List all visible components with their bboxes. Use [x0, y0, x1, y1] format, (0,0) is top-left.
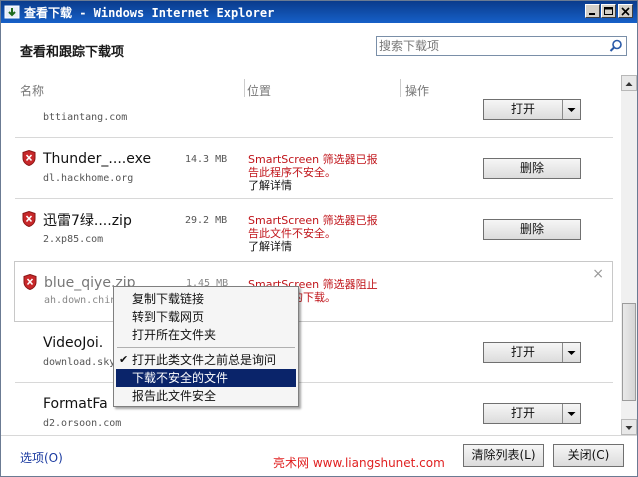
minimize-icon	[589, 13, 595, 15]
page-heading: 查看和跟踪下载项	[20, 45, 125, 60]
column-name[interactable]: 名称	[20, 82, 44, 99]
search-input[interactable]	[379, 38, 604, 54]
dropdown-arrow-icon[interactable]	[563, 343, 580, 362]
learn-more-link[interactable]: 了解详情	[248, 177, 292, 193]
column-action[interactable]: 操作	[405, 82, 429, 99]
checkmark-icon: ✔	[119, 353, 129, 366]
open-split-button[interactable]: 打开	[483, 403, 581, 424]
menu-item-label: 打开所在文件夹	[132, 328, 217, 342]
downloads-window: 查看下载 - Windows Internet Explorer 查看和跟踪下载…	[0, 0, 638, 477]
shield-warning-icon	[23, 274, 37, 290]
vertical-scrollbar[interactable]	[621, 75, 637, 435]
clear-list-button[interactable]: 清除列表(L)	[463, 444, 544, 467]
close-button[interactable]	[618, 4, 633, 18]
close-dialog-button[interactable]: 关闭(C)	[553, 444, 624, 467]
item-source: bttiantang.com	[43, 112, 128, 123]
dismiss-icon[interactable]: ×	[592, 266, 604, 282]
menu-item-label: 打开此类文件之前总是询问	[132, 353, 277, 367]
watermark-text: 亮术网 www.liangshunet.com	[273, 456, 445, 470]
footer: 选项(O) 亮术网 www.liangshunet.com 清除列表(L) 关闭…	[1, 435, 637, 476]
item-filename: 迅雷7绿....zip	[43, 213, 132, 229]
list-item-selected[interactable]: blue_qiye.zip 1.45 MB ah.down.chin Smart…	[14, 261, 613, 322]
menu-item-label: 报告此文件安全	[132, 389, 217, 403]
open-split-button[interactable]: 打开	[483, 342, 581, 363]
list-item[interactable]: FormatFa d2.orsoon.com 打开	[1, 383, 613, 435]
chevron-down-icon	[625, 426, 633, 430]
open-button-label[interactable]: 打开	[484, 343, 562, 362]
chevron-up-icon	[625, 82, 633, 86]
delete-button[interactable]: 删除	[483, 158, 581, 179]
scroll-down-button[interactable]	[621, 419, 637, 435]
menu-item-label: 复制下载链接	[132, 292, 205, 306]
list-item[interactable]: Thunder_....exe 14.3 MB dl.hackhome.org …	[1, 138, 613, 199]
column-divider[interactable]	[400, 79, 401, 97]
header: 查看和跟踪下载项	[1, 23, 637, 75]
delete-button[interactable]: 删除	[483, 219, 581, 240]
menu-item-report-safe[interactable]: 报告此文件安全	[116, 387, 296, 405]
item-source: ah.down.chin	[44, 295, 117, 306]
item-source: d2.orsoon.com	[43, 418, 122, 429]
maximize-icon	[604, 7, 613, 15]
item-size: 14.3 MB	[185, 154, 228, 165]
menu-item-label: 转到下载网页	[132, 310, 205, 324]
column-divider[interactable]	[244, 79, 245, 97]
list-item[interactable]: VideoJoi. download.sky 打开	[1, 322, 613, 383]
minimize-button[interactable]	[585, 4, 600, 18]
item-source: 2.xp85.com	[43, 234, 104, 245]
scroll-up-button[interactable]	[621, 75, 637, 91]
item-source: download.sky	[43, 357, 116, 368]
dropdown-arrow-icon[interactable]	[563, 404, 580, 423]
ie-download-icon	[4, 5, 20, 19]
smartscreen-warning: SmartScreen 筛选器已报告此文件不安全。	[248, 214, 378, 240]
smartscreen-warning: SmartScreen 筛选器已报告此程序不安全。	[248, 153, 378, 179]
column-location[interactable]: 位置	[247, 82, 271, 99]
menu-item-copy-link[interactable]: 复制下载链接	[116, 290, 296, 308]
menu-item-open-folder[interactable]: 打开所在文件夹	[116, 326, 296, 344]
item-source: dl.hackhome.org	[43, 173, 134, 184]
item-filename: FormatFa	[43, 396, 108, 412]
open-split-button[interactable]: 打开	[483, 99, 581, 120]
menu-separator	[117, 347, 295, 348]
menu-item-always-ask[interactable]: ✔ 打开此类文件之前总是询问	[116, 351, 296, 369]
item-filename: Thunder_....exe	[43, 151, 152, 167]
item-filename: VideoJoi.	[43, 335, 104, 351]
download-list: 名称 位置 操作 bttiantang.com 打开 Thunder_....e…	[1, 75, 621, 435]
item-size: 29.2 MB	[185, 215, 228, 226]
shield-warning-icon	[22, 150, 36, 166]
scroll-thumb[interactable]	[622, 303, 636, 401]
close-icon	[621, 7, 630, 16]
shield-warning-icon	[22, 211, 36, 227]
open-button-label[interactable]: 打开	[484, 100, 562, 119]
learn-more-link[interactable]: 了解详情	[248, 238, 292, 254]
open-button-label[interactable]: 打开	[484, 404, 562, 423]
search-box[interactable]	[376, 36, 627, 56]
column-headers: 名称 位置 操作	[1, 75, 621, 99]
menu-item-download-unsafe[interactable]: 下载不安全的文件	[116, 369, 296, 387]
list-item[interactable]: 迅雷7绿....zip 29.2 MB 2.xp85.com SmartScre…	[1, 199, 613, 260]
dropdown-arrow-icon[interactable]	[563, 100, 580, 119]
context-menu: 复制下载链接 转到下载网页 打开所在文件夹 ✔ 打开此类文件之前总是询问 下载不…	[113, 286, 299, 407]
search-icon[interactable]	[609, 39, 623, 53]
title-bar[interactable]: 查看下载 - Windows Internet Explorer	[1, 1, 637, 23]
menu-item-label: 下载不安全的文件	[132, 371, 229, 385]
menu-item-go-to-webpage[interactable]: 转到下载网页	[116, 308, 296, 326]
maximize-button[interactable]	[601, 4, 616, 18]
window-title: 查看下载 - Windows Internet Explorer	[24, 6, 275, 20]
options-link[interactable]: 选项(O)	[20, 449, 63, 466]
